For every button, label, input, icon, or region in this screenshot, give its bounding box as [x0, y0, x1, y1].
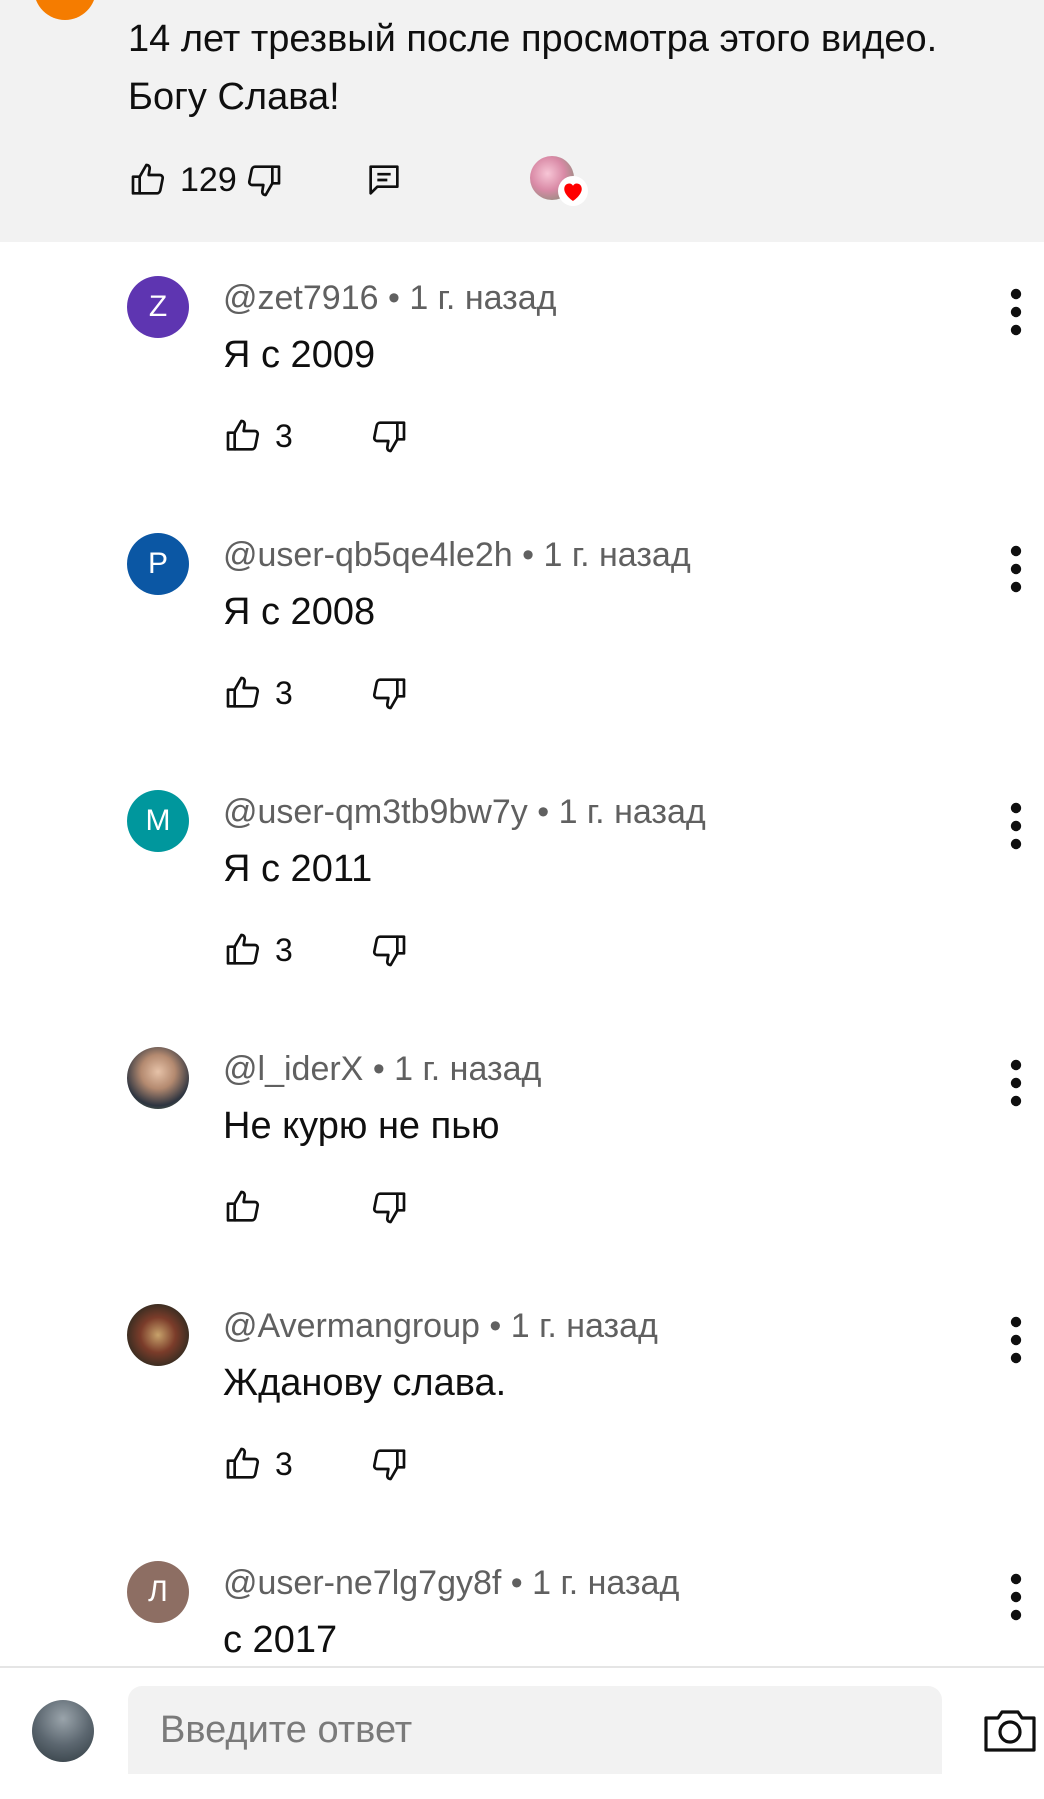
reply-comment: @l_iderX • 1 г. назад Не курю не пью — [0, 1029, 1044, 1285]
dislike-icon[interactable] — [369, 930, 409, 975]
reply-text: Не курю не пью — [223, 1105, 500, 1147]
reply-actions: 3 — [223, 416, 523, 456]
reply-text: Я с 2008 — [223, 591, 376, 633]
like-count: 129 — [180, 161, 237, 199]
dislike-icon[interactable] — [369, 673, 409, 718]
like-icon[interactable] — [223, 1187, 263, 1232]
meta-separator: • — [510, 1564, 523, 1602]
like-count: 3 — [275, 932, 293, 968]
reply-author[interactable]: @user-qb5qe4le2h — [223, 536, 513, 574]
reply-avatar[interactable] — [127, 1047, 189, 1109]
reply-meta: @user-qm3tb9bw7y • 1 г. назад — [223, 790, 706, 834]
parent-comment: 14 лет трезвый после просмотра этого вид… — [0, 0, 1044, 242]
creator-heart-icon — [558, 176, 588, 206]
reply-avatar[interactable]: P — [127, 533, 189, 595]
reply-avatar[interactable]: M — [127, 790, 189, 852]
reply-icon[interactable] — [364, 160, 404, 200]
reply-comment: P @user-qb5qe4le2h • 1 г. назад Я с 2008 3 — [0, 515, 1044, 771]
more-options-icon[interactable] — [996, 286, 1036, 338]
reply-text: Я с 2009 — [223, 334, 376, 376]
more-options-icon[interactable] — [996, 1571, 1036, 1623]
like-count: 3 — [275, 675, 293, 711]
reply-actions — [223, 1187, 523, 1227]
reply-time: 1 г. назад — [394, 1050, 542, 1088]
reply-time: 1 г. назад — [558, 793, 706, 831]
reply-composer — [0, 1666, 1044, 1774]
more-options-icon[interactable] — [996, 1314, 1036, 1366]
parent-text-line1: 14 лет трезвый после просмотра этого вид… — [128, 18, 938, 60]
meta-separator: • — [537, 793, 550, 831]
like-icon[interactable] — [223, 930, 263, 975]
like-icon[interactable] — [223, 416, 263, 461]
reply-actions: 3 — [223, 673, 523, 713]
reply-author[interactable]: @l_iderX — [223, 1050, 363, 1088]
meta-separator: • — [387, 279, 400, 317]
reply-avatar[interactable]: Л — [127, 1561, 189, 1623]
meta-separator: • — [372, 1050, 385, 1088]
meta-separator: • — [489, 1307, 502, 1345]
dislike-icon[interactable] — [369, 416, 409, 461]
parent-avatar[interactable] — [34, 0, 96, 20]
parent-actions: 129 — [128, 156, 628, 206]
like-icon[interactable] — [128, 160, 168, 200]
parent-text-line2: Богу Слава! — [128, 76, 340, 118]
reply-time: 1 г. назад — [409, 279, 557, 317]
reply-meta: @zet7916 • 1 г. назад — [223, 276, 556, 320]
reply-text: Я с 2011 — [223, 848, 373, 890]
reply-text: Жданову слава. — [223, 1362, 507, 1404]
reply-author[interactable]: @Avermangroup — [223, 1307, 480, 1345]
dislike-icon[interactable] — [369, 1187, 409, 1232]
reply-comment: @Avermangroup • 1 г. назад Жданову слава.… — [0, 1286, 1044, 1542]
reply-author[interactable]: @user-ne7lg7gy8f — [223, 1564, 501, 1602]
reply-input[interactable] — [128, 1686, 942, 1774]
like-count: 3 — [275, 418, 293, 454]
reply-avatar[interactable]: Z — [127, 276, 189, 338]
reply-time: 1 г. назад — [532, 1564, 680, 1602]
dislike-icon[interactable] — [369, 1444, 409, 1489]
reply-author[interactable]: @zet7916 — [223, 279, 379, 317]
reply-time: 1 г. назад — [510, 1307, 658, 1345]
reply-avatar[interactable] — [127, 1304, 189, 1366]
reply-actions: 3 — [223, 930, 523, 970]
reply-author[interactable]: @user-qm3tb9bw7y — [223, 793, 528, 831]
my-avatar — [32, 1700, 94, 1762]
dislike-icon[interactable] — [244, 160, 284, 200]
more-options-icon[interactable] — [996, 543, 1036, 595]
reply-meta: @user-ne7lg7gy8f • 1 г. назад — [223, 1561, 679, 1605]
reply-time: 1 г. назад — [543, 536, 691, 574]
like-icon[interactable] — [223, 673, 263, 718]
camera-icon[interactable] — [982, 1706, 1038, 1754]
parent-comment-text: 14 лет трезвый после просмотра этого вид… — [128, 10, 1008, 126]
reply-actions: 3 — [223, 1444, 523, 1484]
reply-meta: @Avermangroup • 1 г. назад — [223, 1304, 658, 1348]
reply-meta: @user-qb5qe4le2h • 1 г. назад — [223, 533, 691, 577]
more-options-icon[interactable] — [996, 800, 1036, 852]
meta-separator: • — [522, 536, 535, 574]
like-icon[interactable] — [223, 1444, 263, 1489]
like-count: 3 — [275, 1446, 293, 1482]
reply-comment: Z @zet7916 • 1 г. назад Я с 2009 3 — [0, 258, 1044, 514]
reply-text: с 2017 — [223, 1619, 338, 1661]
reply-meta: @l_iderX • 1 г. назад — [223, 1047, 541, 1091]
more-options-icon[interactable] — [996, 1057, 1036, 1109]
reply-comment: M @user-qm3tb9bw7y • 1 г. назад Я с 2011 3 — [0, 772, 1044, 1028]
